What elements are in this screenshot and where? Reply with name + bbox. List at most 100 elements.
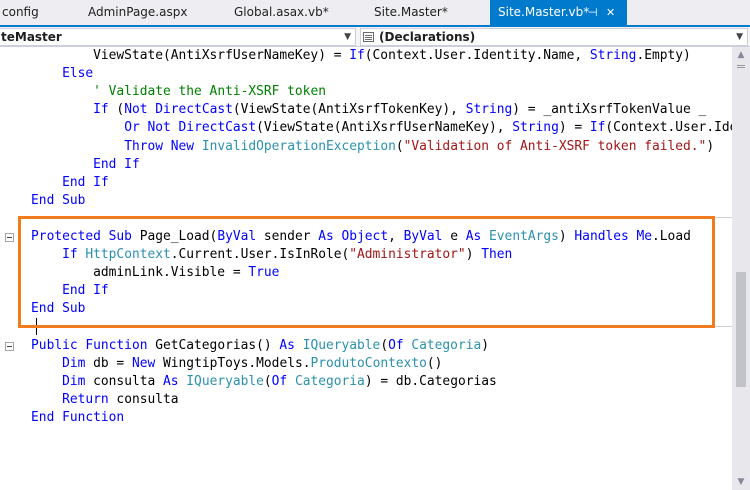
tab-label: AdminPage.aspx xyxy=(88,5,188,19)
code-token: DirectCast xyxy=(155,102,233,117)
code-token: Else xyxy=(62,66,94,81)
tab-web-config[interactable]: config xyxy=(0,0,44,25)
code-token: Dim xyxy=(62,356,86,371)
tab-site-master-vb[interactable]: Site.Master.vb* ⊣ ✕ xyxy=(490,0,627,25)
member-dropdown[interactable]: (Declarations) ▼ xyxy=(360,28,748,46)
code-line: Public Function GetCategorias() As IQuer… xyxy=(0,337,489,355)
code-line: ' Validate the Anti-XSRF token xyxy=(0,83,326,101)
code-token: consulta xyxy=(85,374,163,389)
code-token: As xyxy=(279,338,295,353)
code-token: End If xyxy=(62,175,109,190)
code-token: IQueryable xyxy=(302,338,381,353)
pin-icon[interactable]: ⊣ xyxy=(588,0,598,25)
code-token: ( xyxy=(395,139,404,154)
code-token: consulta xyxy=(108,392,179,407)
member-dropdown-value: (Declarations) xyxy=(379,30,476,44)
code-line: Dim consulta As IQueryable(Of Categoria)… xyxy=(0,373,497,391)
code-line: End Function xyxy=(0,409,124,427)
declarations-icon xyxy=(363,32,374,42)
code-token: ) = _antiXsrfTokenValue _ xyxy=(512,102,707,117)
code-token: Or xyxy=(124,120,140,135)
code-token: Throw xyxy=(124,139,163,154)
tab-label: Site.Master.vb* xyxy=(498,5,590,19)
code-line: End If xyxy=(0,156,140,174)
code-token: ) xyxy=(481,338,489,353)
code-token: ( xyxy=(108,102,125,117)
code-line: If (Not DirectCast(ViewState(AntiXsrfTok… xyxy=(0,101,706,119)
code-token: Dim xyxy=(62,374,86,389)
chevron-down-icon: ▼ xyxy=(344,32,351,42)
code-line: Return consulta xyxy=(0,391,179,409)
code-token: InvalidOperationException xyxy=(201,139,396,154)
code-token: Categoria xyxy=(411,338,482,353)
code-token: If xyxy=(349,48,365,63)
code-token: ) = db.Categorias xyxy=(364,374,497,389)
type-dropdown-value: teMaster xyxy=(1,30,62,44)
code-token: GetCategorias() xyxy=(147,338,280,353)
vertical-scrollbar[interactable]: ▲ ▼ xyxy=(732,47,750,490)
code-line: Or Not DirectCast(ViewState(AntiXsrfUser… xyxy=(0,119,732,137)
tab-site-master[interactable]: Site.Master* xyxy=(366,0,461,25)
tab-label: Site.Master* xyxy=(374,5,448,19)
code-token: DirectCast xyxy=(178,120,257,135)
scroll-down-arrow-icon[interactable]: ▼ xyxy=(732,474,750,490)
code-token: (ViewState(AntiXsrfUserNameKey), xyxy=(256,120,513,135)
code-token: Return xyxy=(62,392,109,407)
code-line: End If xyxy=(0,174,109,192)
tab-global-asax-vb[interactable]: Global.asax.vb* xyxy=(226,0,336,25)
code-token: () xyxy=(426,356,443,371)
code-editor[interactable]: ViewState(AntiXsrfUserNameKey) = If(Cont… xyxy=(0,47,732,490)
code-token: String xyxy=(589,48,637,63)
document-tab-strip: config AdminPage.aspx Global.asax.vb* Si… xyxy=(0,0,750,25)
code-token: db = xyxy=(85,356,132,371)
splitter-grip-icon[interactable] xyxy=(732,63,750,69)
code-token: String xyxy=(465,102,513,117)
type-dropdown[interactable]: teMaster ▼ xyxy=(0,28,356,46)
code-token: End If xyxy=(93,157,140,172)
code-token: "Validation of Anti-XSRF token failed." xyxy=(403,139,707,154)
code-token: New xyxy=(131,356,156,371)
code-token: If xyxy=(93,102,109,117)
code-token: If xyxy=(589,120,606,135)
tab-label: Global.asax.vb* xyxy=(234,5,329,19)
tab-label: config xyxy=(2,5,39,19)
code-token: Categoria xyxy=(294,374,365,389)
code-token: Not xyxy=(147,120,171,135)
collapse-region-icon[interactable] xyxy=(5,233,14,242)
code-token: (ViewState(AntiXsrfTokenKey), xyxy=(232,102,466,117)
code-token: IQueryable xyxy=(186,374,264,389)
code-token: ' Validate the Anti-XSRF token xyxy=(93,84,326,99)
code-token: New xyxy=(170,139,195,154)
scroll-up-arrow-icon[interactable]: ▲ xyxy=(732,47,750,63)
navigation-bar: teMaster ▼ (Declarations) ▼ xyxy=(0,27,750,47)
code-line: ViewState(AntiXsrfUserNameKey) = If(Cont… xyxy=(0,47,691,65)
code-token: End Sub xyxy=(31,193,86,208)
code-token: ProdutoContexto xyxy=(310,356,427,371)
code-token: Of xyxy=(388,338,404,353)
code-line: Else xyxy=(0,65,93,83)
code-token: (Context.User.Identity.Name, xyxy=(364,48,590,63)
highlight-box xyxy=(18,216,715,328)
close-icon[interactable]: ✕ xyxy=(606,0,615,25)
code-token: End Function xyxy=(31,410,125,425)
code-token: ViewState(AntiXsrfUserNameKey) = xyxy=(0,48,350,63)
code-token: ) = xyxy=(558,120,590,135)
tab-adminpage-aspx[interactable]: AdminPage.aspx xyxy=(80,0,195,25)
collapse-region-icon[interactable] xyxy=(5,342,14,351)
code-line: Throw New InvalidOperationException("Val… xyxy=(0,138,714,156)
code-line: Dim db = New WingtipToys.Models.ProdutoC… xyxy=(0,355,442,373)
scroll-thumb[interactable] xyxy=(736,272,746,387)
